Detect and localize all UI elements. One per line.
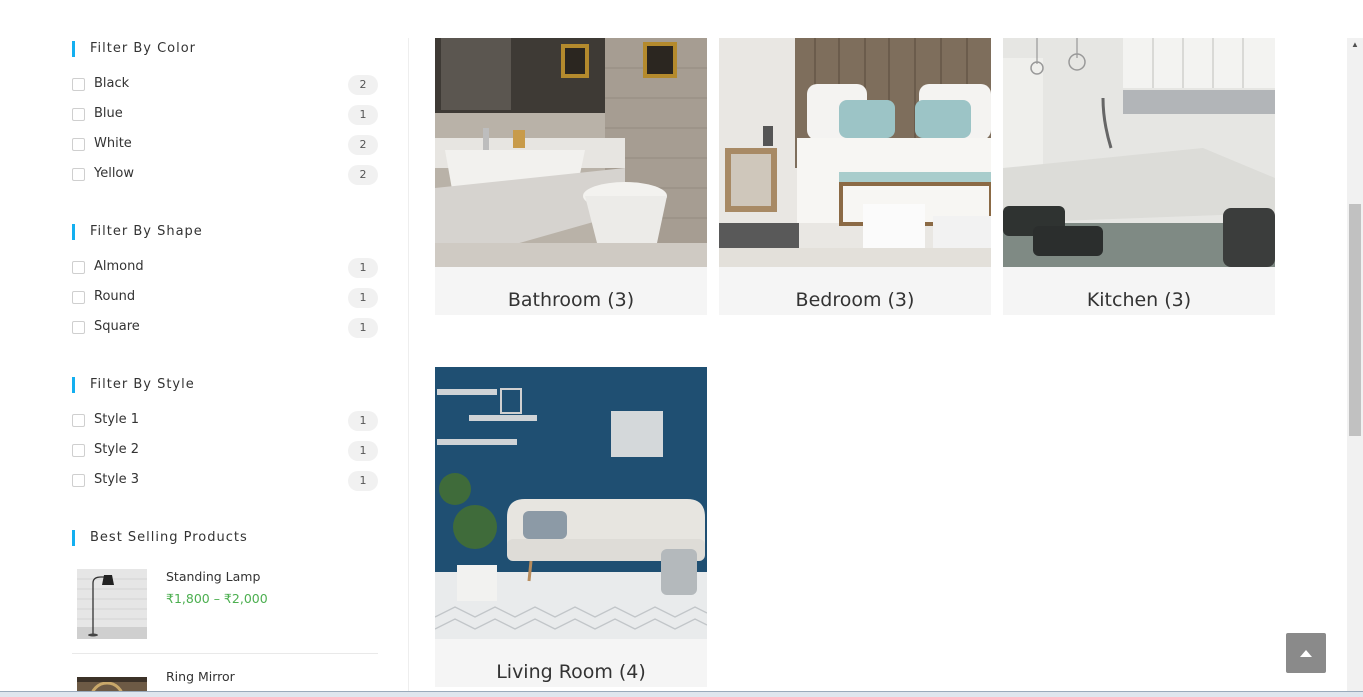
checkbox[interactable] (72, 321, 85, 334)
category-title[interactable]: Bedroom (3) (719, 289, 991, 311)
count-badge: 2 (348, 165, 378, 185)
category-title[interactable]: Kitchen (3) (1003, 289, 1275, 311)
filter-label: Style 1 (94, 412, 140, 427)
filter-item-blue[interactable]: Blue 1 (72, 105, 378, 125)
standing-lamp-thumbnail[interactable] (77, 569, 147, 639)
count-badge: 1 (348, 288, 378, 308)
category-card-kitchen[interactable]: Kitchen (3) (1003, 38, 1275, 315)
filter-label: Almond (94, 259, 144, 274)
count-badge: 1 (348, 318, 378, 338)
checkbox[interactable] (72, 444, 85, 457)
living-room-image[interactable] (435, 367, 707, 639)
sidebar-divider (408, 38, 409, 697)
filter-item-white[interactable]: White 2 (72, 135, 378, 155)
scrollbar-thumb[interactable] (1349, 204, 1361, 436)
count-badge: 2 (348, 135, 378, 155)
filter-label: Round (94, 289, 136, 304)
filter-by-color-title: Filter By Color (72, 41, 196, 57)
filter-label: Style 2 (94, 442, 140, 457)
kitchen-image[interactable] (1003, 38, 1275, 267)
bathroom-image[interactable] (435, 38, 707, 267)
count-badge: 1 (348, 105, 378, 125)
bedroom-image[interactable] (719, 38, 991, 267)
count-badge: 1 (348, 258, 378, 278)
scroll-up-arrow-icon[interactable]: ▲ (1347, 38, 1363, 52)
filter-by-style-title: Filter By Style (72, 377, 195, 393)
window-bottom-edge (0, 691, 1363, 697)
category-title[interactable]: Bathroom (3) (435, 289, 707, 311)
count-badge: 1 (348, 441, 378, 461)
filter-item-almond[interactable]: Almond 1 (72, 258, 378, 278)
filter-label: Yellow (94, 166, 135, 181)
checkbox[interactable] (72, 138, 85, 151)
filter-item-yellow[interactable]: Yellow 2 (72, 165, 378, 185)
filter-by-shape-title: Filter By Shape (72, 224, 203, 240)
filter-item-square[interactable]: Square 1 (72, 318, 378, 338)
filter-label: Blue (94, 106, 123, 121)
category-card-bathroom[interactable]: Bathroom (3) (435, 38, 707, 315)
divider (72, 653, 378, 654)
category-card-living-room[interactable]: Living Room (4) (435, 367, 707, 687)
best-selling-title: Best Selling Products (72, 530, 248, 546)
filter-item-style-3[interactable]: Style 3 1 (72, 471, 378, 491)
filter-item-round[interactable]: Round 1 (72, 288, 378, 308)
count-badge: 2 (348, 75, 378, 95)
checkbox[interactable] (72, 108, 85, 121)
back-to-top-button[interactable] (1286, 633, 1326, 673)
chevron-up-icon (1300, 650, 1312, 657)
product-name[interactable]: Standing Lamp (166, 569, 260, 584)
checkbox[interactable] (72, 414, 85, 427)
filter-item-style-2[interactable]: Style 2 1 (72, 441, 378, 461)
filter-label: Black (94, 76, 130, 91)
category-card-bedroom[interactable]: Bedroom (3) (719, 38, 991, 315)
checkbox[interactable] (72, 261, 85, 274)
count-badge: 1 (348, 471, 378, 491)
checkbox[interactable] (72, 168, 85, 181)
filter-label: Style 3 (94, 472, 140, 487)
checkbox[interactable] (72, 291, 85, 304)
checkbox[interactable] (72, 474, 85, 487)
product-price: ₹1,800 – ₹2,000 (166, 591, 268, 606)
count-badge: 1 (348, 411, 378, 431)
filter-item-black[interactable]: Black 2 (72, 75, 378, 95)
vertical-scrollbar[interactable]: ▲ (1347, 38, 1363, 697)
filter-label: White (94, 136, 132, 151)
category-title[interactable]: Living Room (4) (435, 661, 707, 683)
filter-label: Square (94, 319, 140, 334)
product-name[interactable]: Ring Mirror (166, 669, 235, 684)
checkbox[interactable] (72, 78, 85, 91)
filter-item-style-1[interactable]: Style 1 1 (72, 411, 378, 431)
